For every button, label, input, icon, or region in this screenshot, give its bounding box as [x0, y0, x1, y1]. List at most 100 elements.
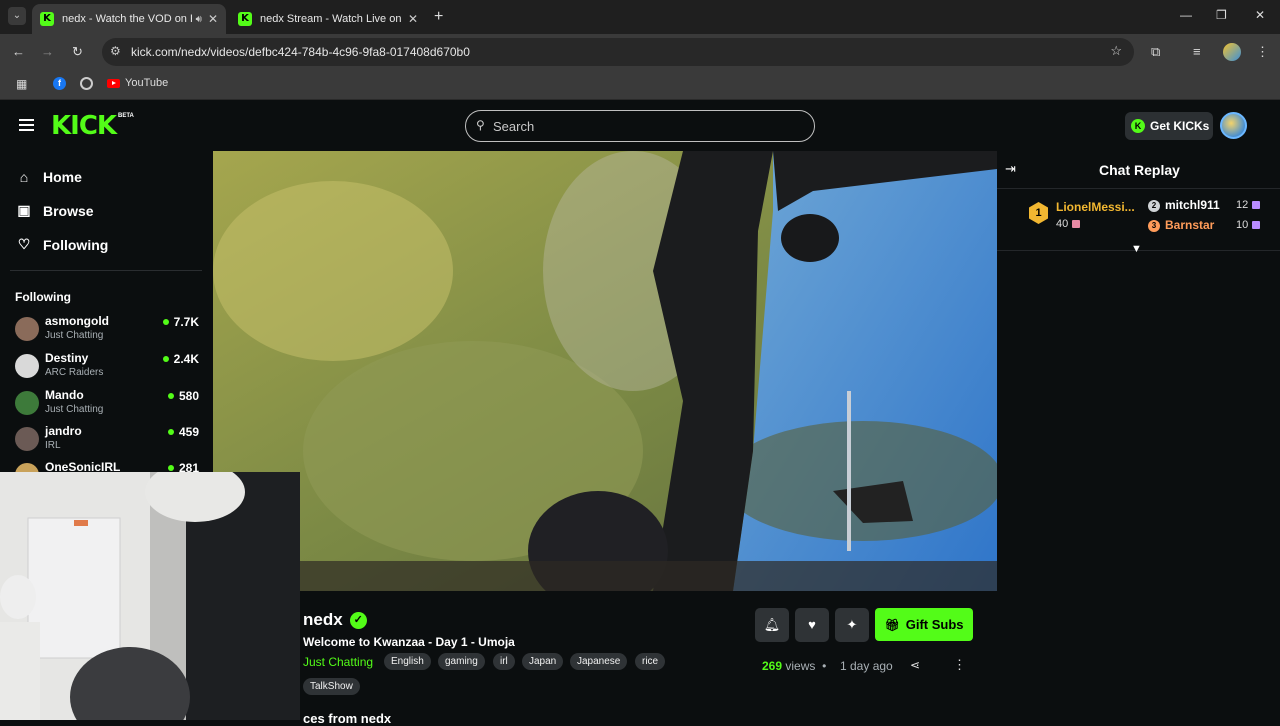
tag-chip[interactable]: Japanese	[570, 653, 628, 670]
browser-tab-vod[interactable]: K nedx - Watch the VOD on Ki 🔊︎ ✕	[32, 4, 226, 34]
leaderboard-count: 12	[1236, 199, 1261, 211]
more-videos-heading: ces from nedx	[303, 711, 392, 726]
bookmarks-bar: ▦ f YouTube	[0, 70, 1280, 100]
youtube-icon	[107, 78, 120, 88]
back-icon[interactable]: ←	[12, 44, 25, 59]
channel-avatar	[15, 391, 39, 415]
home-icon: ⌂	[19, 169, 29, 185]
video-frame	[213, 151, 997, 591]
streamer-name[interactable]: nedx ✓	[303, 610, 367, 630]
nav-following[interactable]: ♡ Following	[16, 236, 109, 253]
address-bar-row: ← → ↻ ⚙ kick.com/nedx/videos/defbc424-78…	[0, 34, 1280, 70]
viewer-count: 2.4K	[162, 352, 199, 366]
leaderboard-count: 40	[1056, 218, 1081, 230]
channel-category: IRL	[45, 440, 61, 451]
close-window-icon[interactable]: ✕	[1255, 8, 1265, 22]
notification-bell-button[interactable]: 🔔︎	[755, 608, 789, 642]
tag-chip[interactable]: TalkShow	[303, 678, 360, 695]
viewer-count: 7.7K	[162, 315, 199, 329]
gift-subs-button[interactable]: 🎁︎ Gift Subs	[875, 608, 973, 641]
bookmark-star-icon[interactable]: ☆	[1110, 43, 1122, 59]
menu-icon[interactable]	[19, 119, 34, 131]
viewer-count: 459	[167, 425, 199, 439]
viewer-count-text: 7.7K	[173, 315, 199, 329]
gift-subs-label: Gift Subs	[905, 617, 964, 632]
browser-profile-icon[interactable]	[1223, 43, 1241, 61]
forward-icon[interactable]: →	[41, 44, 54, 59]
tag-chip[interactable]: irl	[493, 653, 515, 670]
bookmark-globe[interactable]	[80, 77, 93, 90]
following-heading: Following	[15, 290, 71, 304]
followed-channel[interactable]: asmongold Just Chatting 7.7K	[15, 313, 199, 347]
close-tab-icon[interactable]: ✕	[408, 12, 418, 26]
tag-chip[interactable]: gaming	[438, 653, 485, 670]
tag-chip[interactable]: rice	[635, 653, 666, 670]
site-info-icon[interactable]: ⚙	[110, 44, 121, 58]
search-input[interactable]	[493, 116, 793, 136]
followed-channel[interactable]: jandro IRL 459	[15, 423, 199, 457]
tag-chip[interactable]: Japan	[522, 653, 564, 670]
minimize-icon[interactable]: —	[1180, 8, 1192, 22]
leaderboard-name[interactable]: mitchl911	[1165, 198, 1220, 212]
search-icon: ⚲	[476, 118, 485, 132]
restore-icon[interactable]: ❐	[1216, 8, 1227, 22]
gift-icon	[1072, 220, 1081, 229]
followed-channel[interactable]: Mando Just Chatting 580	[15, 387, 199, 421]
followed-channel[interactable]: Destiny ARC Raiders 2.4K	[15, 350, 199, 384]
reload-icon[interactable]: ↻	[72, 44, 83, 60]
nav-browse[interactable]: ▣ Browse	[16, 202, 94, 219]
live-dot-icon	[167, 429, 174, 435]
speaker-icon[interactable]: 🔊︎	[196, 14, 202, 25]
browser-menu-icon[interactable]: ⋮	[1256, 44, 1269, 60]
webcam-frame	[0, 472, 300, 720]
channel-name: Destiny	[45, 351, 89, 365]
omnibox[interactable]: ⚙ kick.com/nedx/videos/defbc424-784b-4c9…	[102, 38, 1134, 66]
media-controls-icon[interactable]: ≡	[1193, 44, 1201, 59]
channel-name: asmongold	[45, 314, 110, 328]
tab-title: nedx Stream - Watch Live on Ki	[260, 13, 402, 25]
new-tab-icon[interactable]: +	[434, 8, 443, 26]
leaderboard-count-text: 12	[1236, 199, 1249, 211]
search-bar[interactable]: ⚲	[465, 110, 815, 142]
nav-label: Home	[43, 169, 82, 185]
more-options-icon[interactable]: ⋮	[953, 657, 966, 673]
follow-button[interactable]: ♥	[795, 608, 829, 642]
url-text[interactable]: kick.com/nedx/videos/defbc424-784b-4c96-…	[131, 45, 470, 59]
chat-header: ⇥ Chat Replay	[997, 151, 1280, 189]
user-avatar[interactable]	[1220, 112, 1247, 139]
gift-icon: 🎁︎	[884, 617, 900, 632]
channel-avatar	[15, 317, 39, 341]
posted-time: 1 day ago	[840, 659, 893, 673]
left-sidebar: ⌂ Home ▣ Browse ♡ Following Following as…	[0, 151, 213, 487]
nav-home[interactable]: ⌂ Home	[16, 169, 82, 185]
viewer-count-text: 580	[178, 389, 199, 403]
video-player[interactable]	[213, 151, 997, 591]
bookmark-youtube[interactable]: YouTube	[107, 77, 168, 89]
kick-favicon-icon: K	[238, 12, 252, 26]
kicks-sparkle-button[interactable]: ✦	[835, 608, 869, 642]
close-tab-icon[interactable]: ✕	[208, 12, 218, 26]
nav-label: Browse	[43, 202, 94, 219]
apps-grid-icon[interactable]: ▦	[16, 77, 27, 91]
live-dot-icon	[167, 465, 174, 471]
chat-title: Chat Replay	[1099, 162, 1180, 178]
sparkle-icon: ✦	[846, 617, 858, 632]
tab-search-button[interactable]: ⌄	[8, 7, 26, 25]
facebook-icon: f	[53, 77, 66, 90]
tag-chip[interactable]: English	[384, 653, 431, 670]
leaderboard-name[interactable]: Barnstar	[1165, 218, 1214, 232]
collapse-chat-icon[interactable]: ⇥	[1005, 161, 1016, 177]
extensions-icon[interactable]: ⧉	[1151, 44, 1160, 60]
view-count-number: 269	[762, 659, 783, 673]
share-icon[interactable]: ⋖	[910, 658, 920, 672]
channel-name: jandro	[45, 424, 82, 438]
expand-leaderboard-icon[interactable]: ▼	[1131, 243, 1142, 255]
rank-1-badge-icon: 1	[1029, 202, 1048, 224]
browser-tab-live[interactable]: K nedx Stream - Watch Live on Ki ✕	[230, 4, 426, 34]
leaderboard-name[interactable]: LionelMessi...	[1056, 200, 1135, 214]
globe-icon	[80, 77, 93, 90]
kick-logo[interactable]: KICK	[51, 113, 117, 139]
category-link[interactable]: Just Chatting	[303, 655, 373, 669]
get-kicks-button[interactable]: K Get KICKs	[1125, 112, 1213, 140]
bookmark-facebook[interactable]: f	[53, 77, 66, 90]
